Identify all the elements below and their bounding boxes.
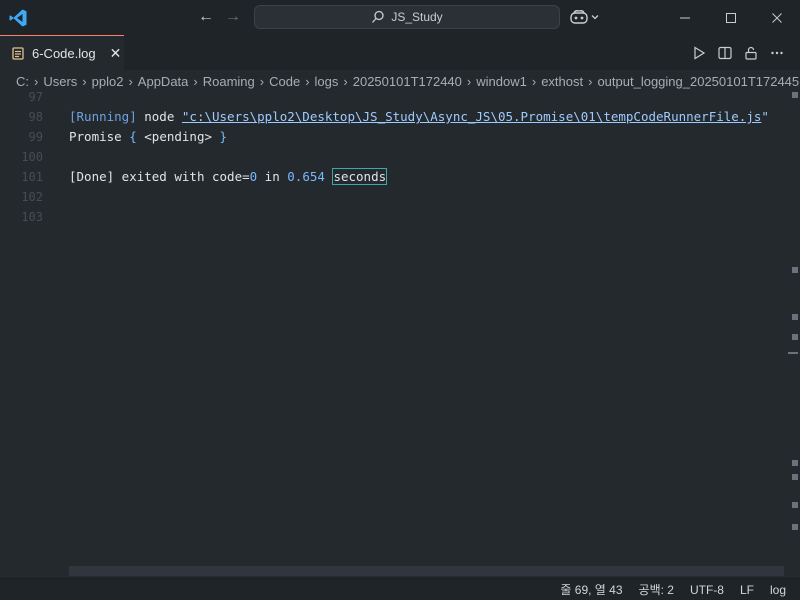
brace-close: } [219,129,228,144]
unlock-icon[interactable] [742,44,760,62]
title-bar: ← → JS_Study [0,0,800,35]
chevron-right-icon: › [82,73,87,89]
scroll-marker [792,474,798,480]
scroll-marker [792,267,798,273]
encoding[interactable]: UTF-8 [682,583,732,597]
line-number: 103 [21,210,43,224]
chevron-right-icon: › [343,73,348,89]
breadcrumb: C: › Users › pplo2 › AppData › Roaming › Code… [0,70,800,92]
breadcrumb-item[interactable]: 20250101T172440 [353,74,462,89]
language-mode[interactable]: log [762,583,800,597]
brace-open: { [129,129,137,144]
in-text: in [257,169,288,184]
copilot-menu[interactable] [570,8,604,26]
code-line-98: [Running] node "c:\Users\pplo2\Desktop\J… [69,107,769,127]
seconds-word-highlight: seconds [332,168,388,185]
done-tag: [Done] [69,169,115,184]
tab-code-log[interactable]: 6-Code.log ✕ [0,35,124,70]
forward-arrow-icon[interactable]: → [225,8,241,26]
breadcrumb-item[interactable]: pplo2 [92,74,124,89]
chevron-right-icon: › [128,73,133,89]
breadcrumb-item[interactable]: Roaming [203,74,255,89]
chevron-right-icon: › [193,73,198,89]
pending-text: <pending> [136,129,220,144]
chevron-right-icon: › [466,73,472,89]
tab-label: 6-Code.log [32,45,96,61]
editor-area[interactable]: 97 98 99 100 101 102 103 [Running] node … [0,90,800,578]
minimize-button[interactable] [662,0,708,35]
line-number: 98 [28,110,43,124]
split-editor-icon[interactable] [716,44,734,62]
chevron-right-icon: › [531,73,537,89]
status-bar: 줄 69, 열 43 공백: 2 UTF-8 LF log [0,578,800,600]
scroll-marker [792,502,798,508]
end-of-line[interactable]: LF [732,583,762,597]
back-arrow-icon[interactable]: ← [198,8,214,26]
breadcrumb-item[interactable]: logs [315,74,339,89]
copilot-icon [570,10,588,24]
breadcrumb-item[interactable]: output_logging_20250101T172445 [597,74,799,89]
close-window-button[interactable] [754,0,800,35]
line-number: 97 [28,90,43,104]
scroll-marker [792,92,798,98]
minimize-icon [680,17,690,18]
breadcrumb-item[interactable]: Code [269,74,300,89]
quote-close: " [761,109,769,124]
scroll-marker [792,334,798,340]
breadcrumb-item[interactable]: window1 [476,74,527,89]
breadcrumb-item[interactable]: AppData [138,74,189,89]
line-number: 101 [21,170,43,184]
running-tag: [Running] [69,109,137,124]
line-number: 102 [21,190,43,204]
line-number: 99 [28,130,43,144]
chevron-right-icon: › [305,73,310,89]
log-file-icon [12,46,24,60]
chevron-right-icon: › [259,73,265,89]
chevron-right-icon: › [588,73,593,89]
maximize-button[interactable] [708,0,754,35]
vertical-scrollbar[interactable] [786,92,800,578]
node-command: node [136,109,182,124]
elapsed-seconds: 0.654 [287,169,325,184]
breadcrumb-item[interactable]: exthost [541,74,583,89]
more-actions-icon[interactable] [768,44,786,62]
exited-text: exited with code= [114,169,250,184]
run-icon[interactable] [690,44,708,62]
search-icon [372,10,384,23]
tab-bar: 6-Code.log ✕ [0,35,800,70]
promise-text: Promise [69,129,130,144]
command-center-search[interactable]: JS_Study [254,5,560,29]
scroll-marker [792,524,798,530]
horizontal-scrollbar[interactable] [69,566,784,576]
tab-close-icon[interactable]: ✕ [110,45,122,62]
command-center-label: JS_Study [391,10,443,24]
cursor-position[interactable]: 줄 69, 열 43 [552,581,630,598]
scroll-marker [792,460,798,466]
scroll-marker [788,352,798,354]
chevron-down-icon [591,15,599,20]
line-number: 100 [21,150,43,164]
indentation[interactable]: 공백: 2 [631,581,682,598]
line-number-gutter: 97 98 99 100 101 102 103 [0,90,58,578]
code-line-99: Promise { <pending> } [69,127,227,147]
file-path-link[interactable]: c:\Users\pplo2\Desktop\JS_Study\Async_JS… [189,109,761,124]
breadcrumb-item[interactable]: Users [43,74,77,89]
scroll-marker [792,314,798,320]
vscode-logo-icon [9,9,27,27]
maximize-icon [726,12,736,23]
code-line-101: [Done] exited with code=0 in 0.654 secon… [69,167,388,187]
close-icon [772,12,782,23]
